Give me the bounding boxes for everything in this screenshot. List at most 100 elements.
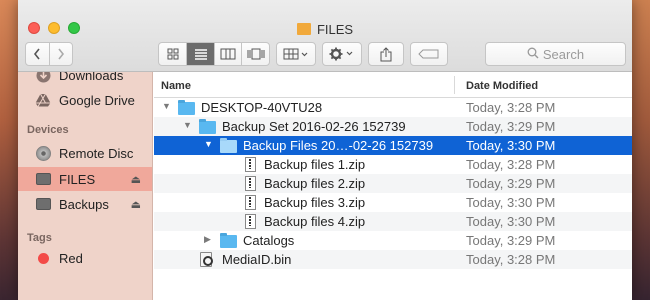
table-row[interactable]: Backup files 3.zip Today, 3:30 PM bbox=[154, 193, 632, 212]
row-name: Backup files 3.zip bbox=[264, 195, 366, 210]
arrange-grid-icon bbox=[283, 48, 308, 60]
table-row[interactable]: Backup files 1.zip Today, 3:28 PM bbox=[154, 155, 632, 174]
row-date: Today, 3:28 PM bbox=[466, 157, 556, 172]
column-header-name[interactable]: Name bbox=[161, 80, 191, 92]
folder-icon bbox=[178, 100, 195, 115]
row-date: Today, 3:28 PM bbox=[466, 100, 556, 115]
sidebar-item-label: Downloads bbox=[59, 72, 124, 83]
icon-view-button[interactable] bbox=[159, 43, 186, 65]
row-name: Backup files 1.zip bbox=[264, 157, 366, 172]
zip-file-icon bbox=[243, 195, 256, 210]
sidebar: Downloads Google Drive Devices Remote Di… bbox=[18, 72, 153, 300]
sidebar-item-google-drive[interactable]: Google Drive bbox=[18, 88, 152, 112]
red-tag-dot-icon bbox=[35, 250, 51, 266]
sidebar-item-label: Backups bbox=[59, 196, 109, 212]
zip-file-icon bbox=[243, 214, 256, 229]
sidebar-item-backups[interactable]: Backups ⏏ bbox=[18, 192, 152, 216]
finder-window: FILES Search Downloads Google Drive Devi… bbox=[18, 0, 632, 300]
column-view-button[interactable] bbox=[213, 43, 242, 65]
file-list: Name Date Modified ▼ DESKTOP-40VTU28 Tod… bbox=[154, 72, 632, 300]
row-name: Backup Files 20…-02-26 152739 bbox=[243, 138, 434, 153]
action-menu-button[interactable] bbox=[322, 42, 362, 66]
eject-icon[interactable]: ⏏ bbox=[131, 198, 141, 211]
desktop-wallpaper-left bbox=[0, 0, 18, 300]
eject-icon[interactable]: ⏏ bbox=[131, 173, 141, 186]
disclosure-expanded-icon[interactable]: ▼ bbox=[162, 101, 171, 111]
tag-icon bbox=[418, 49, 439, 59]
row-date: Today, 3:28 PM bbox=[466, 252, 556, 267]
row-name: Backup Set 2016-02-26 152739 bbox=[222, 119, 406, 134]
table-row[interactable]: MediaID.bin Today, 3:28 PM bbox=[154, 250, 632, 269]
folder-icon bbox=[220, 138, 237, 153]
sidebar-section-devices: Devices bbox=[27, 124, 69, 136]
sidebar-item-tag-red[interactable]: Red bbox=[18, 246, 152, 270]
title-bar: FILES Search bbox=[18, 0, 632, 72]
sidebar-item-label: Google Drive bbox=[59, 92, 135, 108]
table-row[interactable]: Backup files 2.zip Today, 3:29 PM bbox=[154, 174, 632, 193]
disc-icon bbox=[35, 145, 51, 161]
table-row[interactable]: ▼ Backup Set 2016-02-26 152739 Today, 3:… bbox=[154, 117, 632, 136]
row-name: DESKTOP-40VTU28 bbox=[201, 100, 323, 115]
zip-file-icon bbox=[243, 157, 256, 172]
column-header-date-modified[interactable]: Date Modified bbox=[466, 80, 538, 92]
row-name: Backup files 4.zip bbox=[264, 214, 366, 229]
google-drive-icon bbox=[35, 92, 51, 108]
share-icon bbox=[380, 46, 392, 61]
row-date: Today, 3:29 PM bbox=[466, 176, 556, 191]
row-name: Backup files 2.zip bbox=[264, 176, 366, 191]
search-placeholder: Search bbox=[542, 46, 585, 62]
sidebar-section-tags: Tags bbox=[27, 232, 52, 244]
downloads-icon bbox=[35, 72, 51, 83]
sidebar-item-label: Remote Disc bbox=[59, 145, 134, 161]
chevron-right-icon bbox=[58, 48, 65, 60]
drive-icon bbox=[35, 171, 51, 187]
row-date: Today, 3:30 PM bbox=[466, 214, 556, 229]
cover-flow-icon bbox=[247, 48, 265, 60]
disclosure-expanded-icon[interactable]: ▼ bbox=[183, 120, 192, 130]
column-header: Name Date Modified bbox=[154, 72, 632, 98]
view-mode-group bbox=[158, 42, 270, 66]
drive-icon bbox=[35, 196, 51, 212]
table-row[interactable]: ▼ DESKTOP-40VTU28 Today, 3:28 PM bbox=[154, 98, 632, 117]
grid-icon bbox=[167, 48, 179, 60]
desktop-wallpaper-right bbox=[632, 0, 650, 300]
disclosure-collapsed-icon[interactable]: ▶ bbox=[204, 234, 211, 245]
window-title: FILES bbox=[18, 22, 632, 37]
table-row[interactable]: ▶ Catalogs Today, 3:29 PM bbox=[154, 231, 632, 250]
row-date: Today, 3:29 PM bbox=[466, 233, 556, 248]
list-icon bbox=[194, 49, 207, 60]
folder-icon bbox=[220, 233, 237, 248]
row-name: Catalogs bbox=[243, 233, 295, 248]
cover-flow-view-button[interactable] bbox=[241, 43, 269, 65]
row-date: Today, 3:30 PM bbox=[466, 195, 556, 210]
folder-icon bbox=[296, 23, 311, 35]
row-date: Today, 3:29 PM bbox=[466, 119, 556, 134]
edit-tags-button[interactable] bbox=[410, 42, 448, 66]
columns-icon bbox=[220, 48, 236, 60]
column-divider[interactable] bbox=[454, 76, 455, 94]
table-row[interactable]: Backup files 4.zip Today, 3:30 PM bbox=[154, 212, 632, 231]
sidebar-item-files[interactable]: FILES ⏏ bbox=[18, 167, 152, 191]
forward-button[interactable] bbox=[48, 43, 72, 65]
navigation-group bbox=[25, 42, 73, 66]
table-row-empty bbox=[154, 269, 632, 288]
sidebar-item-label: FILES bbox=[59, 171, 96, 187]
sidebar-item-label: Red bbox=[59, 250, 83, 266]
search-field[interactable]: Search bbox=[485, 42, 626, 66]
folder-icon bbox=[199, 119, 216, 134]
back-button[interactable] bbox=[26, 43, 49, 65]
gear-icon bbox=[329, 47, 353, 61]
window-title-text: FILES bbox=[316, 22, 354, 37]
table-row[interactable]: ▼ Backup Files 20…-02-26 152739 Today, 3… bbox=[154, 136, 632, 155]
sidebar-item-downloads[interactable]: Downloads bbox=[18, 72, 152, 87]
arrange-button[interactable] bbox=[276, 42, 316, 66]
disclosure-expanded-icon[interactable]: ▼ bbox=[204, 139, 213, 149]
sidebar-item-remote-disc[interactable]: Remote Disc bbox=[18, 141, 152, 165]
bin-file-icon bbox=[200, 252, 213, 267]
zip-file-icon bbox=[243, 176, 256, 191]
list-view-button[interactable] bbox=[186, 43, 214, 65]
row-date: Today, 3:30 PM bbox=[466, 138, 556, 153]
chevron-left-icon bbox=[34, 48, 41, 60]
row-name: MediaID.bin bbox=[222, 252, 292, 267]
share-button[interactable] bbox=[368, 42, 404, 66]
